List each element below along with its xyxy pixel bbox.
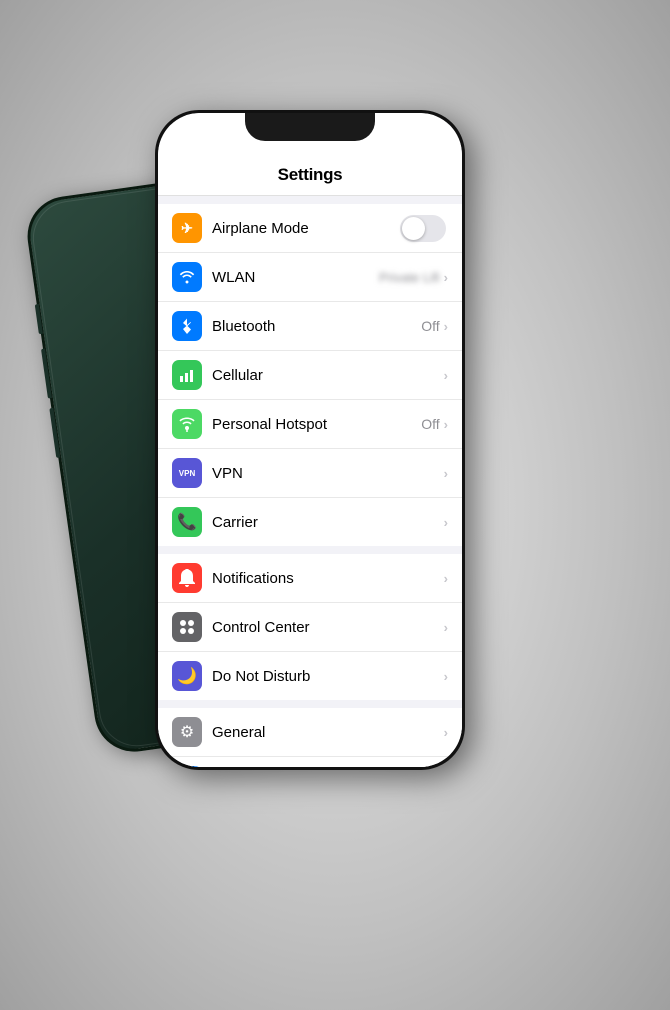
airplane-mode-label: Airplane Mode — [212, 220, 400, 237]
control-center-label: Control Center — [212, 619, 444, 636]
do-not-disturb-icon: 🌙 — [172, 661, 202, 691]
cellular-label: Cellular — [212, 367, 444, 384]
row-cellular[interactable]: Cellular › — [158, 351, 462, 400]
bluetooth-icon — [172, 311, 202, 341]
airplane-mode-icon: ✈ — [172, 213, 202, 243]
personal-hotspot-value: Off — [421, 416, 439, 432]
settings-list: ✈ Airplane Mode WLAN Private Lifi — [158, 196, 462, 767]
personal-hotspot-label: Personal Hotspot — [212, 416, 421, 433]
row-carrier[interactable]: 📞 Carrier › — [158, 498, 462, 546]
row-vpn[interactable]: VPN VPN › — [158, 449, 462, 498]
vpn-label: VPN — [212, 465, 444, 482]
phone-front: Settings ✈ Airplane Mode — [155, 110, 465, 770]
wlan-label: WLAN — [212, 269, 379, 286]
control-center-chevron: › — [444, 620, 448, 635]
personal-hotspot-icon — [172, 409, 202, 439]
bluetooth-label: Bluetooth — [212, 318, 421, 335]
wlan-icon — [172, 262, 202, 292]
do-not-disturb-chevron: › — [444, 669, 448, 684]
notch — [245, 113, 375, 141]
display-brightness-icon: AA — [172, 766, 202, 767]
section-general: ⚙ General › AA Display & Brightness › — [158, 708, 462, 767]
section-system: Notifications › Control Center › — [158, 554, 462, 700]
do-not-disturb-label: Do Not Disturb — [212, 668, 444, 685]
row-display-brightness[interactable]: AA Display & Brightness › — [158, 757, 462, 767]
control-center-icon — [172, 612, 202, 642]
row-airplane-mode[interactable]: ✈ Airplane Mode — [158, 204, 462, 253]
wlan-chevron: › — [444, 270, 448, 285]
notifications-chevron: › — [444, 571, 448, 586]
carrier-icon: 📞 — [172, 507, 202, 537]
general-icon: ⚙ — [172, 717, 202, 747]
carrier-label: Carrier — [212, 514, 444, 531]
general-chevron: › — [444, 725, 448, 740]
carrier-chevron: › — [444, 515, 448, 530]
row-control-center[interactable]: Control Center › — [158, 603, 462, 652]
section-connectivity: ✈ Airplane Mode WLAN Private Lifi — [158, 204, 462, 546]
bluetooth-chevron: › — [444, 319, 448, 334]
vpn-chevron: › — [444, 466, 448, 481]
cellular-icon — [172, 360, 202, 390]
page-title: Settings — [174, 165, 446, 185]
airplane-mode-toggle[interactable] — [400, 215, 446, 242]
vpn-icon: VPN — [172, 458, 202, 488]
row-bluetooth[interactable]: Bluetooth Off › — [158, 302, 462, 351]
row-general[interactable]: ⚙ General › — [158, 708, 462, 757]
general-label: General — [212, 724, 444, 741]
screen: Settings ✈ Airplane Mode — [158, 113, 462, 767]
row-wlan[interactable]: WLAN Private Lifi › — [158, 253, 462, 302]
notifications-icon — [172, 563, 202, 593]
row-personal-hotspot[interactable]: Personal Hotspot Off › — [158, 400, 462, 449]
settings-header: Settings — [158, 157, 462, 196]
notifications-label: Notifications — [212, 570, 444, 587]
bluetooth-value: Off — [421, 318, 439, 334]
wlan-value: Private Lifi — [379, 270, 440, 285]
personal-hotspot-chevron: › — [444, 417, 448, 432]
cellular-chevron: › — [444, 368, 448, 383]
row-notifications[interactable]: Notifications › — [158, 554, 462, 603]
row-do-not-disturb[interactable]: 🌙 Do Not Disturb › — [158, 652, 462, 700]
